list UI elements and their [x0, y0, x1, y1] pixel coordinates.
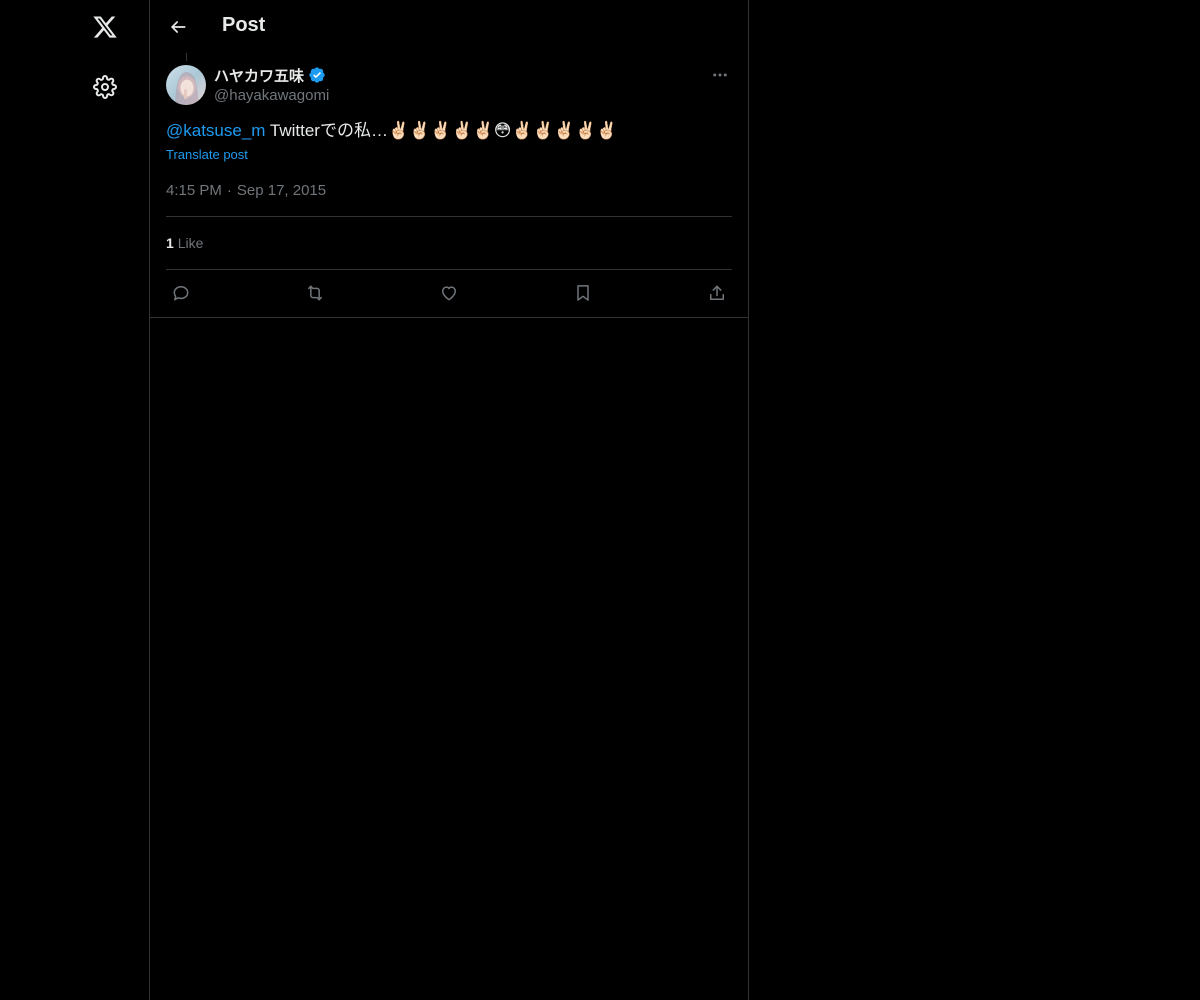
- reply-icon: [173, 286, 189, 301]
- gear-icon[interactable]: [84, 66, 126, 108]
- bookmark-button[interactable]: [570, 280, 596, 306]
- like-button[interactable]: [436, 280, 462, 306]
- share-button[interactable]: [704, 280, 730, 306]
- avatar[interactable]: [166, 65, 206, 105]
- tweet-body-text: Twitterでの私…✌🏻✌🏻✌🏻✌🏻✌🏻😳✌🏻✌🏻✌🏻✌🏻✌🏻: [265, 121, 618, 140]
- left-nav: [0, 0, 149, 1000]
- tweet-time[interactable]: 4:15 PM: [166, 182, 222, 199]
- author-display-name[interactable]: ハヤカワ五味: [214, 65, 304, 86]
- x-logo-icon[interactable]: [84, 6, 126, 48]
- likes-stat[interactable]: 1 Like: [166, 235, 203, 251]
- likes-label: Like: [177, 235, 204, 251]
- tweet-timestamp: 4:15 PM · Sep 17, 2015: [166, 182, 326, 199]
- likes-count: 1: [166, 235, 174, 251]
- verified-badge-icon: [308, 66, 326, 84]
- reply-button[interactable]: [168, 280, 194, 306]
- more-options-button[interactable]: [708, 63, 732, 87]
- main-column: Post ハヤカワ五味 @hayakawagomi @katsuse_m Twi…: [149, 0, 749, 1000]
- thread-connector-line: [186, 53, 187, 61]
- back-button[interactable]: [162, 11, 194, 43]
- repost-icon: [308, 285, 322, 301]
- more-dots-icon: [713, 73, 727, 77]
- heart-icon: [442, 286, 456, 301]
- share-icon: [710, 285, 724, 300]
- action-bar: [166, 280, 732, 306]
- page-title: Post: [222, 14, 266, 36]
- divider: [166, 269, 732, 270]
- divider: [166, 216, 732, 217]
- tweet-bottom-border: [150, 317, 748, 318]
- bookmark-icon: [577, 285, 589, 301]
- translate-post-link[interactable]: Translate post: [166, 147, 248, 162]
- author-block: ハヤカワ五味 @hayakawagomi: [214, 65, 329, 104]
- tweet-date[interactable]: Sep 17, 2015: [237, 182, 326, 199]
- author-handle[interactable]: @hayakawagomi: [214, 87, 329, 104]
- mention-link[interactable]: @katsuse_m: [166, 121, 265, 140]
- arrow-left-icon: [171, 21, 186, 33]
- tweet-text: @katsuse_m Twitterでの私…✌🏻✌🏻✌🏻✌🏻✌🏻😳✌🏻✌🏻✌🏻✌…: [166, 119, 617, 143]
- app-root: Post ハヤカワ五味 @hayakawagomi @katsuse_m Twi…: [0, 0, 1200, 1000]
- meta-separator: ·: [226, 182, 232, 199]
- page-header: Post: [150, 0, 748, 54]
- author-name-row: ハヤカワ五味: [214, 65, 329, 85]
- repost-button[interactable]: [302, 280, 328, 306]
